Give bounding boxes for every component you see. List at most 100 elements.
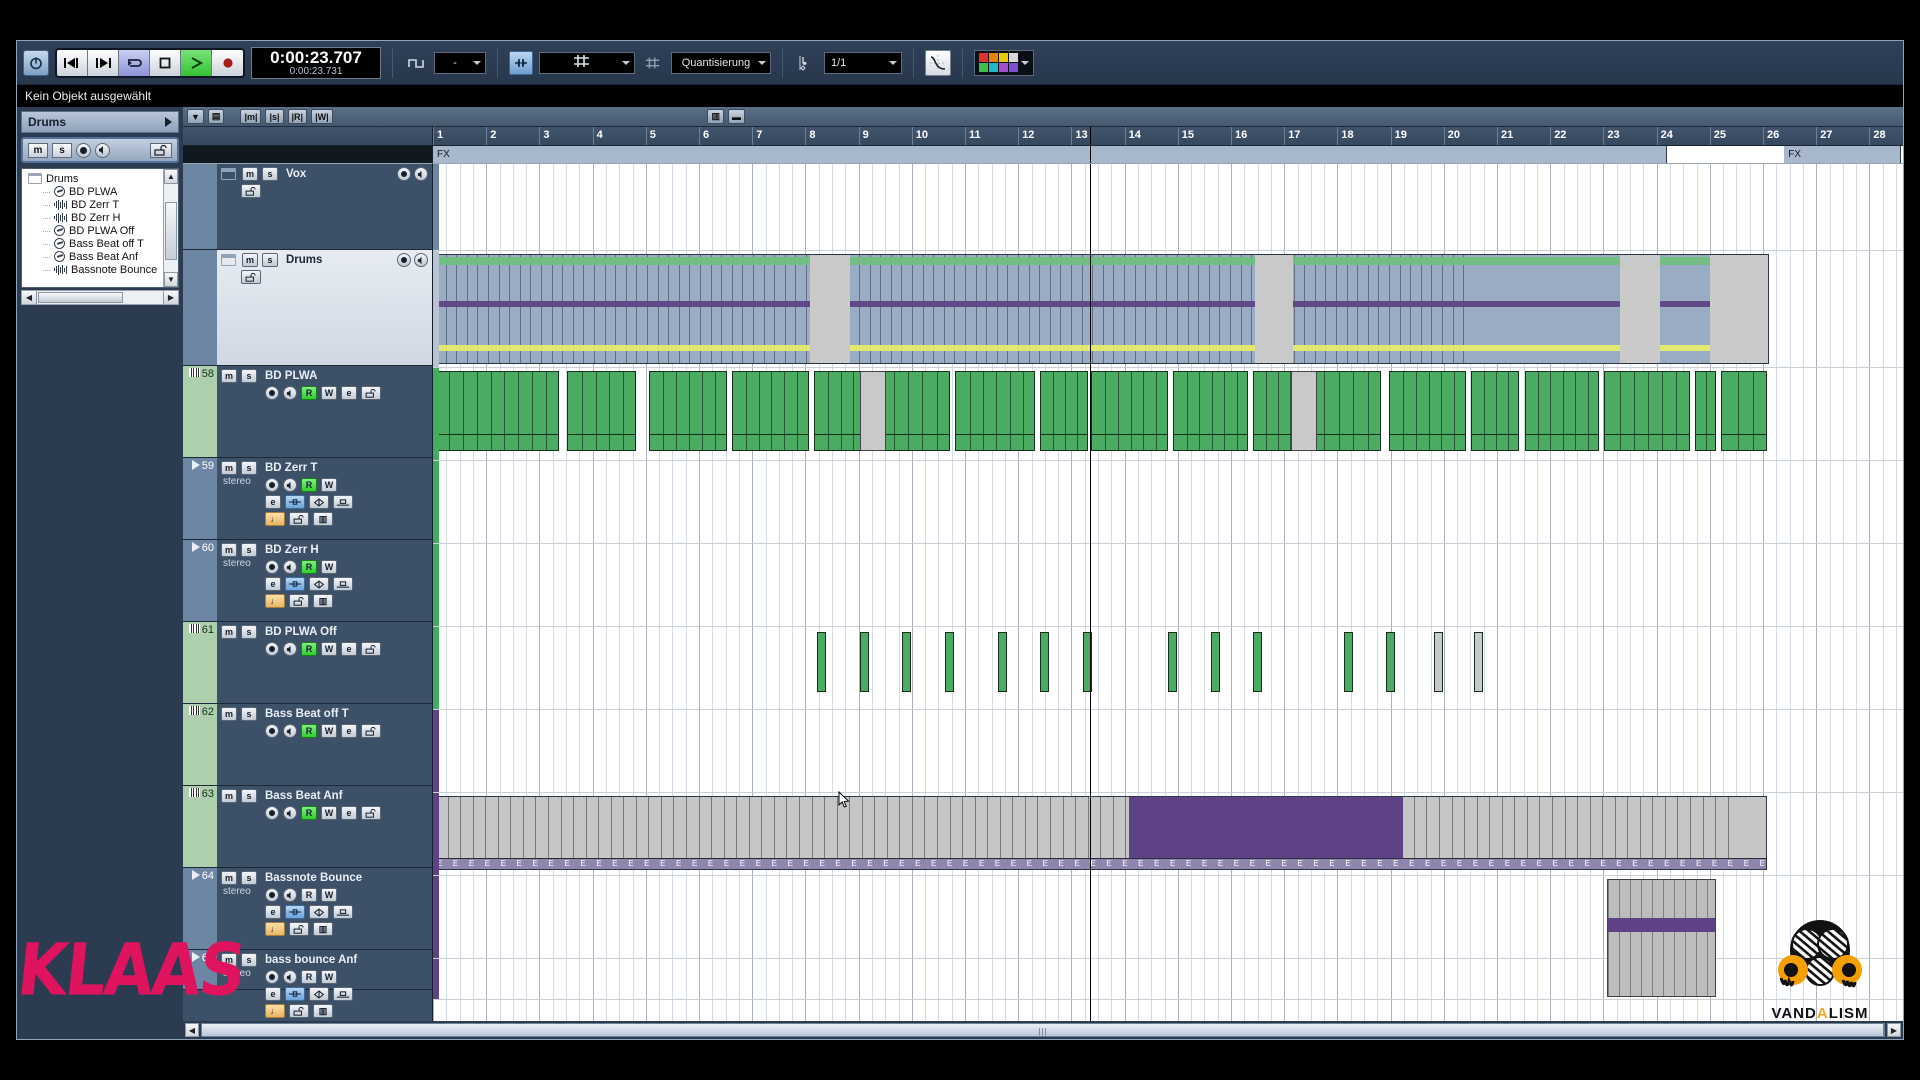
track-write-automation-button[interactable]: W [321,806,337,820]
midi-part-bd-plwa[interactable] [1309,371,1381,451]
track-read-automation-button[interactable]: R [301,642,317,656]
go-to-start-button[interactable] [57,50,88,76]
palette-swatch[interactable] [989,63,998,72]
midi-part-bd-plwa[interactable] [1173,371,1247,451]
arrange-scroll-left[interactable]: ◀ [185,1023,199,1037]
midi-part-bd-plwa-off[interactable] [1386,632,1395,692]
track-name[interactable]: BD PLWA [265,370,317,382]
transport-buttons[interactable] [55,48,245,78]
pool-item[interactable]: Drums [26,172,163,185]
monitor-speaker-icon[interactable] [283,970,297,984]
horizontal-scrollbar[interactable]: ◀ ||| ▶ [183,1021,1903,1039]
track-routing-button[interactable] [333,987,353,1001]
midi-part-bd-plwa-off[interactable] [945,632,954,692]
midi-part-bd-plwa-off[interactable] [817,632,826,692]
lock-icon[interactable] [289,1004,309,1018]
track-name[interactable]: BD PLWA Off [265,626,337,638]
track-phase-button[interactable] [309,495,329,509]
track-header[interactable]: 60msBD Zerr HstereoRWe♩▥ [183,540,432,622]
track-inspector-button[interactable]: e [265,577,281,591]
track-inspector-button[interactable]: e [265,987,281,1001]
track-name[interactable]: BD Zerr T [265,462,317,474]
record-icon[interactable] [265,642,279,656]
palette-swatch[interactable] [979,53,988,62]
track-name[interactable]: Vox [286,168,306,180]
lock-icon[interactable] [361,806,381,820]
track-lanes-button[interactable]: ▥ [313,1004,333,1018]
track-inspector-button[interactable]: e [341,386,357,400]
midi-part-bd-plwa[interactable] [1525,371,1599,451]
quantize-value-combo[interactable]: 1/1 [824,52,902,74]
track-solo-button[interactable]: s [241,871,257,885]
track-name[interactable]: BD Zerr H [265,544,319,556]
track-header-body[interactable]: msBass Beat off TRWe [217,704,432,785]
monitor-speaker-icon[interactable] [283,724,297,738]
track-read-automation-button[interactable]: R [301,478,317,492]
track-mute-button[interactable]: m [221,871,237,885]
lock-icon[interactable] [241,270,261,284]
record-icon[interactable] [265,724,279,738]
track-routing-button[interactable] [333,905,353,919]
arrange-scroll-track[interactable]: ||| [201,1023,1885,1037]
lock-icon[interactable] [361,724,381,738]
track-mute-button[interactable]: m [242,253,258,267]
midi-part-bd-plwa-off[interactable] [1211,632,1220,692]
lock-icon[interactable] [289,512,309,526]
track-header[interactable]: 58msBD PLWARWe [183,366,432,458]
record-icon[interactable] [265,560,279,574]
scroll-track[interactable] [164,184,178,272]
palette-swatch[interactable] [1009,53,1018,62]
midi-part-bd-plwa-off[interactable] [902,632,911,692]
playhead[interactable] [1090,164,1091,1021]
track-preset-button[interactable]: ▤ [208,109,225,124]
track-solo-button[interactable]: s [241,543,257,557]
track-read-automation-button[interactable]: R [301,888,317,902]
track-header[interactable]: 59msBD Zerr TstereoRWe♩▥ [183,458,432,540]
play-button[interactable] [181,50,212,76]
track-read-automation-button[interactable]: R [301,970,317,984]
track-mute-button[interactable]: m [221,789,237,803]
tempo-combo[interactable]: - [434,52,486,74]
track-name[interactable]: bass bounce Anf [265,954,357,966]
lock-icon[interactable] [241,184,261,198]
pool-vertical-scrollbar[interactable]: ▲ ▼ [163,169,178,287]
pool-tree[interactable]: Drums····BD PLWA····BD Zerr T····BD Zerr… [22,169,163,287]
midi-part-bd-plwa[interactable] [1721,371,1766,451]
midi-part-bd-plwa[interactable] [1389,371,1466,451]
track-header[interactable]: 61msBD PLWA OffRWe [183,622,432,704]
pool-item[interactable]: ····BD PLWA Off [26,224,163,237]
monitor-speaker-icon[interactable] [283,386,297,400]
track-phase-button[interactable] [309,905,329,919]
inspector-mute-button[interactable]: m [28,143,48,158]
midi-part-bd-plwa-off[interactable] [1344,632,1353,692]
midi-part-bd-plwa-off[interactable] [998,632,1007,692]
pool-item[interactable]: ····BD PLWA [26,185,163,198]
track-mute-button[interactable]: m [242,167,258,181]
midi-part-bd-plwa[interactable] [955,371,1035,451]
monitor-speaker-icon[interactable] [283,888,297,902]
monitor-speaker-icon[interactable] [95,143,110,158]
track-routing-button[interactable] [333,495,353,509]
track-header-body[interactable]: msBassnote BouncestereoRWe♩▥ [217,868,432,949]
show-mute-button[interactable]: |m| [240,109,261,124]
track-solo-button[interactable]: s [241,625,257,639]
midi-part-bd-plwa[interactable] [1695,371,1716,451]
midi-part-bd-plwa[interactable] [567,371,636,451]
audio-part-bassnote-bounce[interactable] [1607,879,1716,997]
arrange-scroll-right[interactable]: ▶ [1887,1023,1901,1037]
stop-button[interactable] [150,50,181,76]
snap-button[interactable] [509,51,533,75]
midi-part-bass-beat-anf[interactable]: EEEEEEEEEEEEEEEEEEEEEEEEEEEEEEEEEEEEEEEE… [434,796,1767,870]
monitor-speaker-icon[interactable] [283,642,297,656]
go-to-end-button[interactable] [88,50,119,76]
curve-tool-icon[interactable] [925,50,951,76]
monitor-speaker-icon[interactable] [414,167,428,181]
track-read-automation-button[interactable]: R [301,560,317,574]
record-icon[interactable] [265,478,279,492]
track-options-button[interactable]: ▬ [728,109,745,124]
track-header-body[interactable]: msBD Zerr HstereoRWe♩▥ [217,540,432,621]
record-button[interactable] [212,50,243,76]
marker-event[interactable]: FX [433,146,1667,163]
track-lanes-button[interactable]: ▥ [313,512,333,526]
cycle-button[interactable] [119,50,150,76]
